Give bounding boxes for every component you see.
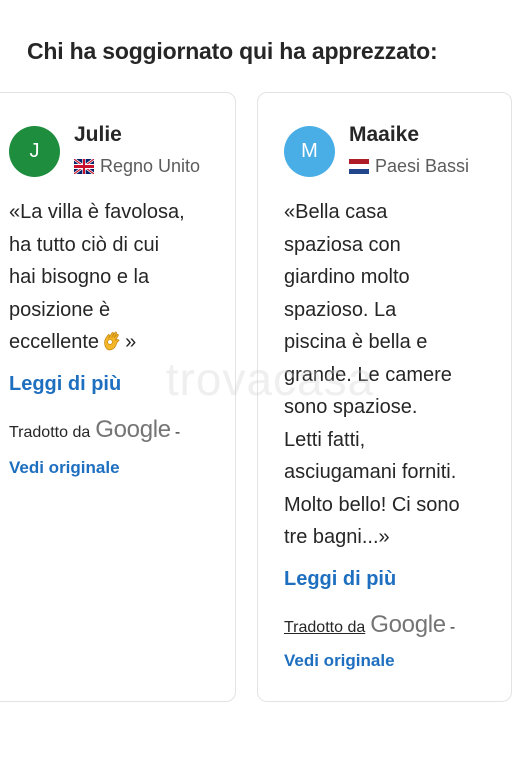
section-title: Chi ha soggiornato qui ha apprezzato: — [27, 38, 438, 64]
review-line: Letti fatti, — [284, 428, 366, 451]
reviewer-country: Paesi Bassi — [349, 156, 469, 177]
ok-hand-emoji-icon — [101, 329, 123, 351]
review-text: «La villa è favolosa, ha tutto ciò di cu… — [9, 196, 229, 359]
reviewer-country: Regno Unito — [74, 156, 200, 177]
country-name: Regno Unito — [100, 156, 201, 176]
review-line: » — [125, 331, 137, 353]
country-name: Paesi Bassi — [375, 156, 470, 176]
review-line: tre bagni...» — [284, 526, 390, 548]
review-line: posizione è — [9, 298, 111, 321]
google-logo: Google — [370, 611, 446, 638]
avatar-letter: J — [29, 140, 40, 162]
review-line: piscina è bella e — [284, 331, 428, 353]
review-line: grande. Le camere — [284, 363, 452, 386]
review-line: ha tutto ciò di cui — [9, 233, 160, 256]
reviewer-name: Maaike — [349, 123, 420, 146]
review-line: giardino molto — [284, 266, 410, 288]
view-original-link[interactable]: Vedi originale — [9, 458, 120, 478]
separator: - — [449, 619, 456, 636]
translated-by-link[interactable]: Tradotto da — [284, 619, 365, 637]
translated-by-label: Tradotto da — [9, 424, 91, 441]
review-line: hai bisogno e la — [9, 266, 150, 288]
review-line: spaziosa con — [284, 233, 401, 256]
review-line: sono spaziose. — [284, 396, 418, 418]
review-text: «Bella casa spaziosa con giardino molto … — [284, 196, 509, 554]
review-line: eccellente — [9, 331, 100, 353]
translation-attribution: Tradotto da Google - — [9, 416, 180, 444]
read-more-link[interactable]: Leggi di più — [284, 568, 396, 591]
review-card: M Maaike Paesi Bassi «Bella casa spazios… — [257, 92, 512, 702]
google-logo: Google — [95, 416, 171, 443]
review-line: spazioso. La — [284, 298, 397, 321]
review-card: J Julie Regno Unito «La villa è favolosa… — [0, 92, 236, 702]
translation-attribution: Tradotto da Google - — [284, 611, 455, 639]
netherlands-flag-icon — [349, 159, 369, 174]
separator: - — [174, 424, 181, 441]
review-line: asciugamani forniti. — [284, 461, 457, 483]
uk-flag-icon — [74, 159, 94, 174]
avatar-letter: M — [301, 140, 318, 162]
review-line: «La villa è favolosa, — [9, 201, 185, 223]
review-line: Molto bello! Ci sono — [284, 493, 460, 516]
read-more-link[interactable]: Leggi di più — [9, 373, 121, 396]
review-line: «Bella casa — [284, 201, 388, 223]
view-original-link[interactable]: Vedi originale — [284, 651, 395, 671]
avatar: M — [284, 126, 335, 177]
reviewer-name: Julie — [74, 123, 122, 146]
avatar: J — [9, 126, 60, 177]
